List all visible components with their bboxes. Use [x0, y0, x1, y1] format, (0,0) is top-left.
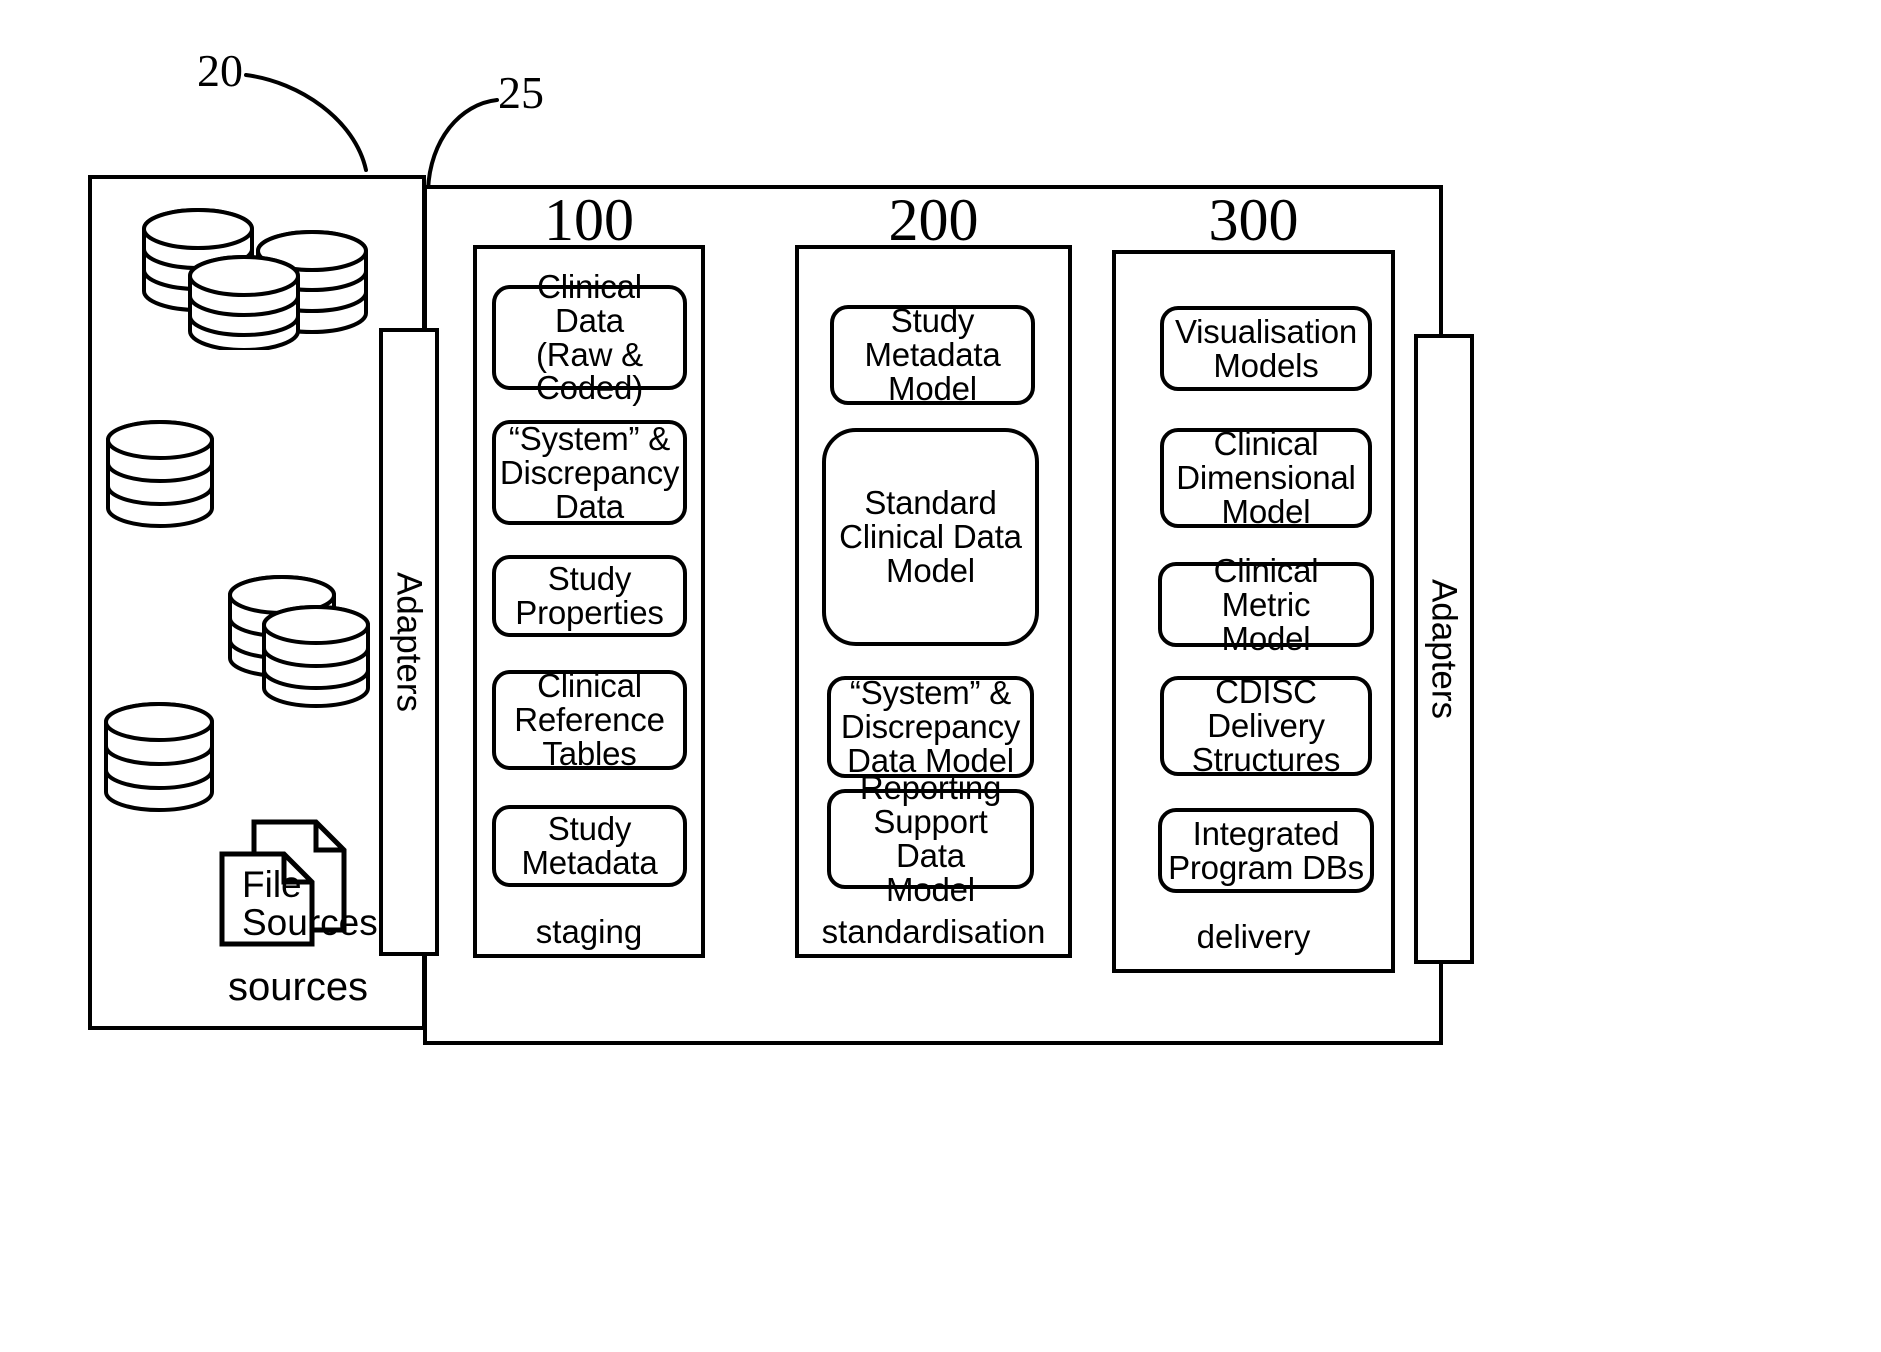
delivery-item-visualisation-models[interactable]: Visualisation Models	[1160, 306, 1372, 391]
patent-figure-canvas: 20 25 File Sources sources Adapters Adap…	[0, 0, 1881, 1352]
staging-item-study-properties[interactable]: Study Properties	[492, 555, 687, 637]
staging-item-system-discrepancy-data[interactable]: “System” & Discrepancy Data	[492, 420, 687, 525]
standardisation-item-reporting-support-data-model[interactable]: Reporting Support Data Model	[827, 771, 1034, 906]
standardisation-item-standard-clinical-data-model[interactable]: Standard Clinical Data Model	[822, 428, 1039, 646]
staging-item-clinical-reference-tables[interactable]: Clinical Reference Tables	[492, 669, 687, 770]
db-pair-middle-icon	[228, 570, 378, 715]
adapters-right-bar[interactable]: Adapters	[1414, 334, 1474, 964]
standardisation-item-study-metadata-model[interactable]: Study Metadata Model	[830, 304, 1035, 405]
staging-item-study-metadata[interactable]: Study Metadata	[492, 805, 687, 887]
adapters-left-bar[interactable]: Adapters	[379, 328, 439, 956]
sources-caption: sources	[228, 965, 369, 1009]
staging-column-caption: staging	[535, 913, 643, 950]
delivery-item-integrated-program-dbs[interactable]: Integrated Program DBs	[1158, 808, 1374, 893]
db-single-lower-left-icon	[102, 700, 224, 818]
delivery-item-cdisc-delivery-structures[interactable]: CDISC Delivery Structures	[1160, 675, 1372, 776]
db-single-upper-left-icon	[104, 418, 224, 533]
column-number-300: 300	[1208, 187, 1299, 253]
standardisation-item-system-discrepancy-data-model[interactable]: “System” & Discrepancy Data Model	[827, 676, 1034, 778]
adapters-left-label: Adapters	[389, 571, 429, 713]
delivery-item-clinical-dimensional-model[interactable]: Clinical Dimensional Model	[1160, 427, 1372, 528]
column-number-200: 200	[888, 187, 979, 253]
delivery-item-clinical-metric-model[interactable]: Clinical Metric Model	[1158, 553, 1374, 655]
reference-numeral-25: 25	[498, 67, 544, 118]
delivery-column-caption: delivery	[1196, 918, 1311, 955]
standardisation-column-caption: standardisation	[821, 913, 1046, 950]
reference-numeral-20: 20	[197, 45, 243, 96]
db-cluster-top-icon	[142, 205, 377, 350]
file-sources-label: File Sources	[242, 864, 378, 943]
column-number-100: 100	[544, 187, 634, 253]
file-sources-icon: File Sources	[216, 818, 378, 948]
adapters-right-label: Adapters	[1424, 578, 1464, 720]
staging-item-clinical-data[interactable]: Clinical Data (Raw & Coded)	[492, 269, 687, 405]
